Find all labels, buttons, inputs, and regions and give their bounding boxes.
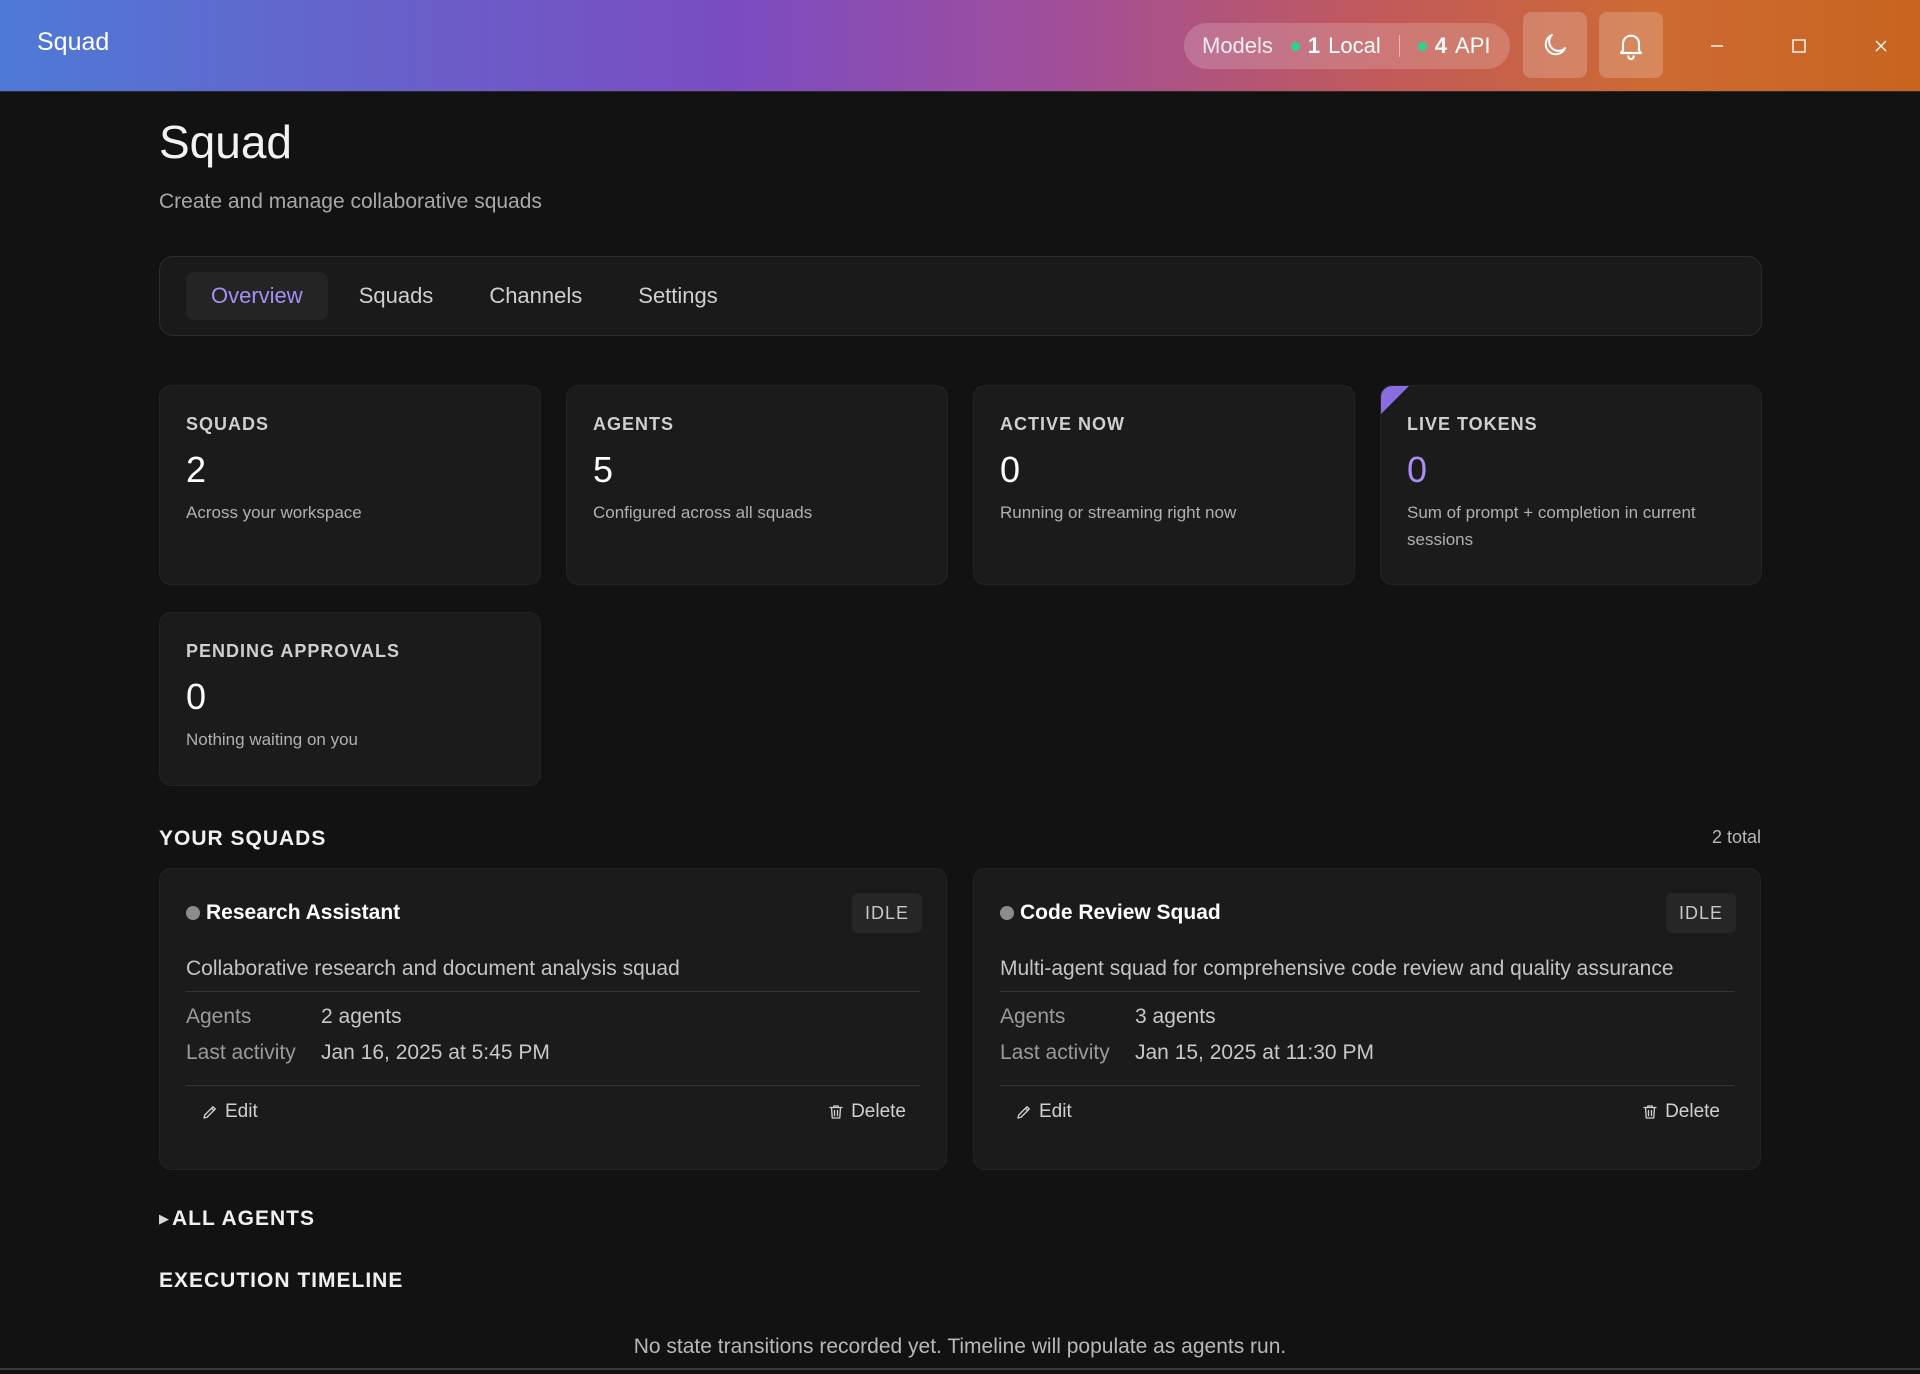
- squads-total-count: 2 total: [1711, 827, 1761, 847]
- close-icon: [1875, 40, 1887, 52]
- status-badge: IDLE: [1665, 893, 1736, 933]
- stat-label: AGENTS: [593, 414, 675, 434]
- api-label: API: [1455, 33, 1491, 58]
- squad-description: Multi-agent squad for comprehensive code…: [1000, 957, 1674, 980]
- tab-settings[interactable]: Settings: [613, 272, 743, 320]
- maximize-button[interactable]: [1779, 26, 1819, 66]
- stat-card-live-tokens: LIVE TOKENS 0 Sum of prompt + completion…: [1380, 385, 1762, 585]
- page-title: Squad: [159, 116, 293, 168]
- bottom-divider: [0, 1368, 1920, 1370]
- timeline-empty-message: No state transitions recorded yet. Timel…: [633, 1335, 1287, 1358]
- agents-value: 2 agents: [321, 1005, 402, 1028]
- maximize-icon: [1792, 39, 1806, 53]
- stat-value: 2: [186, 449, 207, 490]
- tab-overview[interactable]: Overview: [186, 272, 328, 320]
- minimize-icon: [1711, 45, 1723, 47]
- divider: [186, 991, 920, 992]
- local-label: Local: [1328, 33, 1381, 58]
- stat-card-active-now: ACTIVE NOW 0 Running or streaming right …: [973, 385, 1355, 585]
- edit-label: Edit: [1039, 1101, 1072, 1122]
- squad-card-header: Research Assistant: [186, 901, 400, 925]
- last-activity-value: Jan 16, 2025 at 5:45 PM: [321, 1041, 550, 1064]
- status-dot: [186, 906, 200, 920]
- pencil-icon: [203, 1106, 216, 1119]
- models-separator: [1398, 35, 1400, 57]
- squad-name: Code Review Squad: [1020, 901, 1221, 924]
- squad-name: Research Assistant: [206, 901, 401, 924]
- stat-label: PENDING APPROVALS: [186, 641, 401, 661]
- notifications-button[interactable]: [1599, 12, 1663, 78]
- edit-label: Edit: [225, 1101, 258, 1122]
- caret-right-icon: ▶: [159, 1211, 169, 1226]
- last-activity-label: Last activity: [186, 1041, 296, 1064]
- edit-button[interactable]: Edit: [201, 1101, 258, 1123]
- page-subtitle: Create and manage collaborative squads: [159, 190, 542, 213]
- delete-button[interactable]: Delete: [1641, 1101, 1720, 1123]
- squad-description: Collaborative research and document anal…: [186, 957, 680, 980]
- tab-squads[interactable]: Squads: [334, 272, 459, 320]
- stat-value: 0: [1407, 449, 1428, 490]
- divider: [1000, 991, 1734, 992]
- close-button[interactable]: [1861, 26, 1901, 66]
- stat-value: 5: [593, 449, 614, 490]
- title-bar: Squad Models 1 Local 4 API: [0, 0, 1920, 92]
- squad-card[interactable]: Code Review Squad IDLE Multi-agent squad…: [973, 868, 1761, 1170]
- agents-row: Agents 3 agents: [1000, 1005, 1216, 1029]
- squad-card-header: Code Review Squad: [1000, 901, 1221, 925]
- delete-label: Delete: [1665, 1101, 1720, 1122]
- stat-description: Nothing waiting on you: [186, 730, 359, 749]
- divider: [186, 1085, 920, 1086]
- delete-button[interactable]: Delete: [827, 1101, 906, 1123]
- api-status-dot: [1417, 41, 1427, 51]
- local-status-dot: [1290, 41, 1300, 51]
- all-agents-toggle[interactable]: ▶ ALL AGENTS: [159, 1207, 315, 1231]
- stat-description: Configured across all squads: [593, 503, 813, 522]
- stat-card-pending-approvals: PENDING APPROVALS 0 Nothing waiting on y…: [159, 612, 541, 786]
- status-dot: [1000, 906, 1014, 920]
- agents-label: Agents: [1000, 1005, 1066, 1028]
- live-indicator-accent: [1381, 386, 1409, 414]
- delete-label: Delete: [851, 1101, 906, 1122]
- models-label: Models: [1202, 33, 1273, 58]
- stat-card-squads: SQUADS 2 Across your workspace: [159, 385, 541, 585]
- stat-label: ACTIVE NOW: [1000, 414, 1125, 434]
- trash-icon: [829, 1105, 843, 1119]
- last-activity-value: Jan 15, 2025 at 11:30 PM: [1135, 1041, 1374, 1064]
- last-activity-row: Last activity Jan 16, 2025 at 5:45 PM: [186, 1041, 550, 1065]
- models-status-pill[interactable]: Models 1 Local 4 API: [1184, 23, 1510, 69]
- bell-icon: [1619, 34, 1643, 60]
- agents-label: Agents: [186, 1005, 252, 1028]
- divider: [1000, 1085, 1734, 1086]
- edit-button[interactable]: Edit: [1015, 1101, 1072, 1123]
- stat-value: 0: [1000, 449, 1021, 490]
- stat-value: 0: [186, 676, 207, 717]
- local-count: 1: [1307, 33, 1321, 58]
- trash-icon: [1643, 1105, 1657, 1119]
- execution-timeline-heading: EXECUTION TIMELINE: [159, 1269, 404, 1292]
- status-badge: IDLE: [851, 893, 922, 933]
- pencil-icon: [1017, 1106, 1030, 1119]
- stat-card-agents: AGENTS 5 Configured across all squads: [566, 385, 948, 585]
- all-agents-heading: ALL AGENTS: [172, 1207, 316, 1230]
- stat-label: SQUADS: [186, 414, 270, 434]
- your-squads-heading: YOUR SQUADS: [159, 827, 327, 850]
- last-activity-label: Last activity: [1000, 1041, 1110, 1064]
- stat-description: Running or streaming right now: [1000, 503, 1237, 522]
- agents-row: Agents 2 agents: [186, 1005, 402, 1029]
- theme-toggle-button[interactable]: [1523, 12, 1587, 78]
- last-activity-row: Last activity Jan 15, 2025 at 11:30 PM: [1000, 1041, 1374, 1065]
- stat-description: Sum of prompt + completion in current se…: [1407, 503, 1696, 549]
- moon-icon: [1544, 34, 1566, 56]
- api-count: 4: [1434, 33, 1448, 58]
- tab-bar: Overview Squads Channels Settings: [159, 256, 1762, 336]
- stat-label: LIVE TOKENS: [1407, 414, 1538, 434]
- tab-channels[interactable]: Channels: [464, 272, 607, 320]
- squad-card[interactable]: Research Assistant IDLE Collaborative re…: [159, 868, 947, 1170]
- agents-value: 3 agents: [1135, 1005, 1216, 1028]
- app-title: Squad: [37, 28, 110, 56]
- minimize-button[interactable]: [1697, 26, 1737, 66]
- stat-description: Across your workspace: [186, 503, 362, 522]
